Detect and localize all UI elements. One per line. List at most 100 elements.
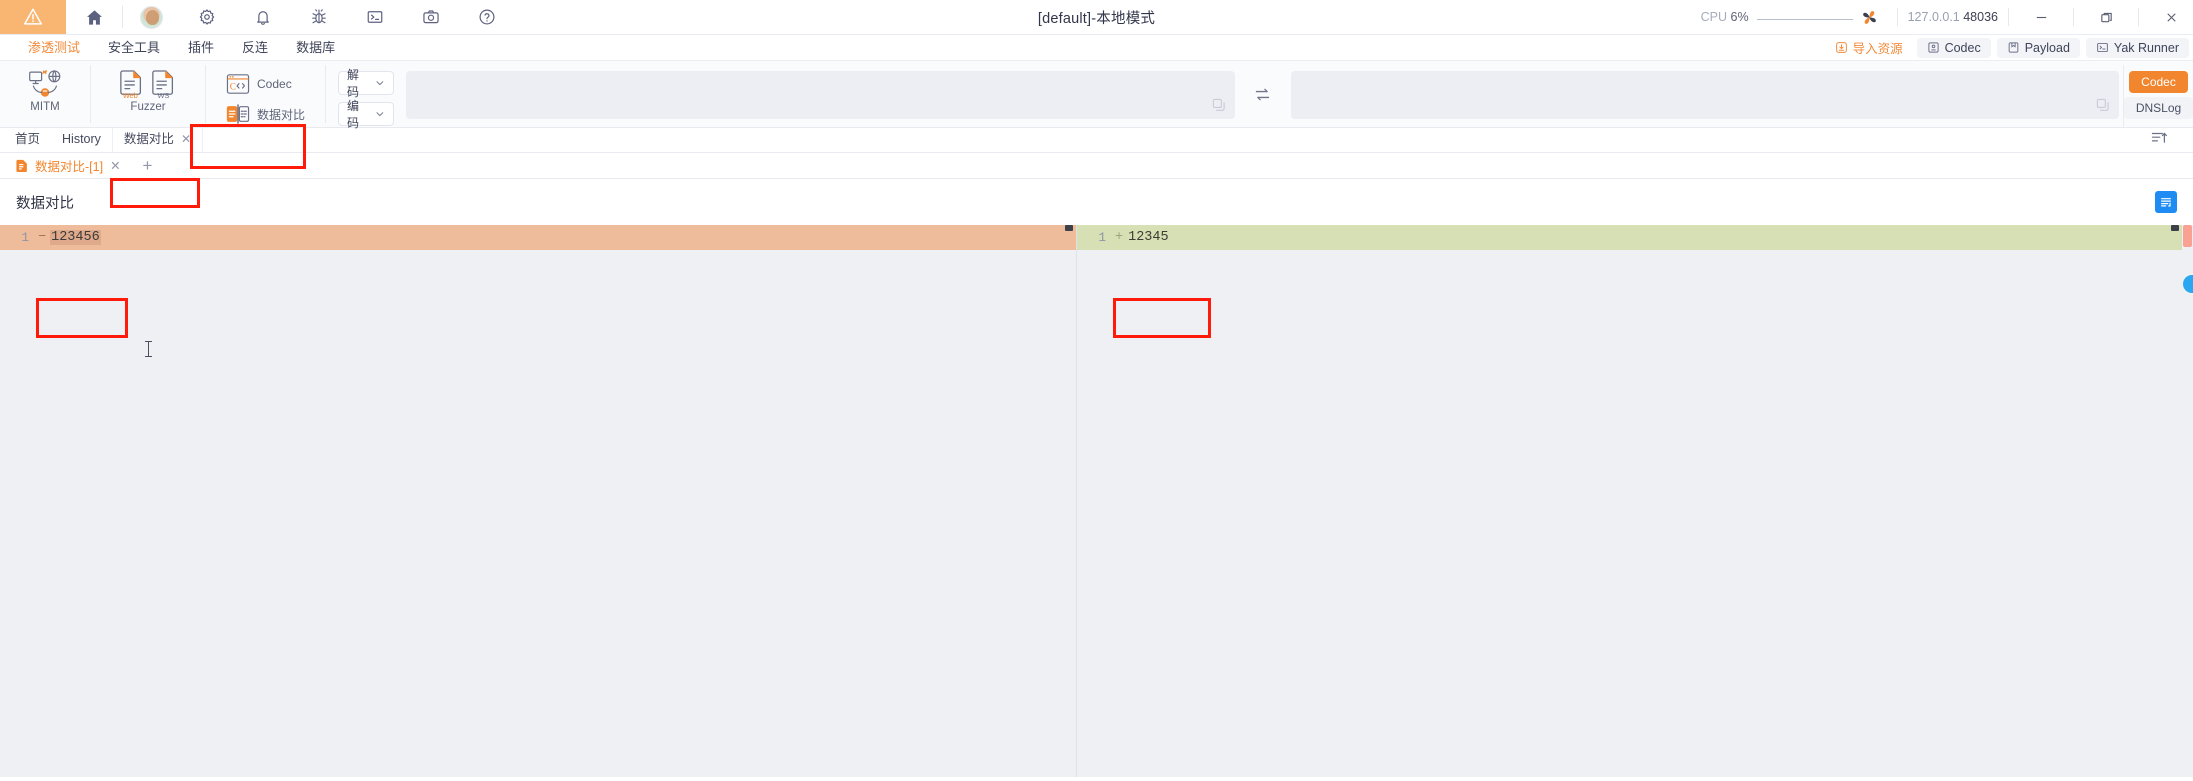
tool-data-compare[interactable]: 数据对比	[220, 100, 311, 128]
menu-bar-actions: 导入资源 Codec Payload Yak Runner	[1827, 36, 2193, 59]
sub-tab-bar: 数据对比-[1] ✕ +	[0, 153, 2193, 179]
restore-button[interactable]	[2084, 0, 2128, 35]
diff-line-right[interactable]: 1 + 12345	[1077, 225, 2193, 250]
bug-icon	[312, 9, 326, 24]
tool-data-compare-label: 数据对比	[257, 107, 306, 122]
encode-select[interactable]: 编码	[338, 99, 395, 130]
diff-pane-right[interactable]: 1 + 12345	[1077, 225, 2193, 777]
swap-button[interactable]	[1235, 65, 1291, 127]
diff-text-right: 12345	[1128, 230, 1169, 245]
data-compare-icon	[226, 104, 250, 124]
menu-item-plugins[interactable]: 插件	[174, 35, 228, 61]
app-logo[interactable]	[0, 0, 66, 34]
yak-runner-shortcut-button[interactable]: Yak Runner	[2085, 37, 2189, 58]
yak-runner-shortcut-label: Yak Runner	[2113, 40, 2179, 55]
screenshot-button[interactable]	[403, 0, 459, 35]
minimize-button[interactable]	[2019, 0, 2063, 35]
fuzzer-web-icon: Web	[120, 70, 142, 99]
tab-history[interactable]: History	[51, 128, 112, 152]
subtab-label: 数据对比-[1]	[35, 160, 104, 174]
camera-icon	[423, 10, 439, 24]
tool-fuzzer[interactable]: Web WS Fuzzer	[105, 65, 191, 113]
import-resource-button[interactable]: 导入资源	[1827, 36, 1911, 59]
server-port: 48036	[1963, 10, 1998, 24]
payload-icon	[2008, 42, 2019, 53]
codec-io-area	[406, 65, 2123, 127]
cpu-usage: CPU 6%	[1701, 10, 1757, 24]
diff-right-scroll-marker[interactable]	[2171, 225, 2179, 231]
diff-vertical-scrollbar[interactable]	[2182, 225, 2193, 777]
diff-left-scroll-marker[interactable]	[1065, 225, 1073, 231]
cpu-sparkline	[1756, 10, 1853, 24]
svg-text:WS: WS	[158, 91, 170, 99]
diff-marker-removed: −	[38, 230, 47, 245]
decode-select[interactable]: 解码	[338, 68, 395, 99]
decode-select-label: 解码	[347, 68, 360, 99]
menu-item-pentest[interactable]: 渗透测试	[14, 35, 94, 61]
rail-button-codec[interactable]: Codec	[2129, 71, 2188, 93]
cpu-label: CPU	[1700, 10, 1728, 24]
terminal-button[interactable]	[347, 0, 403, 35]
encode-select-label: 编码	[347, 99, 360, 130]
bug-button[interactable]	[291, 0, 347, 35]
tab-close-icon[interactable]: ✕	[181, 131, 191, 148]
codec-output-textarea[interactable]	[1290, 71, 2120, 119]
title-bar-status-group: CPU 6% 127.0.0.1 48036	[1701, 0, 2193, 34]
title-bar: [default]-本地模式 CPU 6% 127.0.0.1 48036	[0, 0, 2193, 35]
subtab-data-compare-1[interactable]: 数据对比-[1] ✕	[8, 154, 129, 177]
chevron-down-icon	[376, 112, 384, 117]
gear-icon	[199, 9, 215, 25]
warning-triangle-logo-icon	[24, 8, 42, 25]
user-avatar-button[interactable]	[123, 0, 179, 35]
tool-mitm[interactable]: MITM	[14, 65, 76, 113]
close-button[interactable]	[2149, 0, 2193, 35]
scrollbar-thumb[interactable]	[2183, 225, 2192, 247]
diff-line-number-left: 1	[21, 230, 29, 245]
diff-text-left: 123456	[50, 230, 101, 245]
help-button[interactable]	[459, 0, 515, 35]
menu-item-reverse[interactable]: 反连	[228, 35, 282, 61]
notifications-button[interactable]	[235, 0, 291, 35]
restore-icon	[2100, 12, 2112, 22]
rail-button-dnslog[interactable]: DNSLog	[2123, 97, 2193, 119]
bell-icon	[257, 11, 269, 25]
subtab-close-icon[interactable]: ✕	[110, 158, 120, 173]
add-subtab-button[interactable]: +	[129, 157, 167, 174]
tool-codec-label: Codec	[257, 77, 292, 91]
server-address: 127.0.0.1 48036	[1908, 10, 1998, 24]
menu-item-database[interactable]: 数据库	[282, 35, 349, 61]
ribbon-group-fuzzer: Web WS Fuzzer	[91, 65, 206, 123]
tab-home[interactable]: 首页	[4, 128, 51, 152]
tool-ribbon: MITM Web WS Fuzzer C Codec 数据对比 解码 编码 Co…	[0, 61, 2193, 143]
svg-text:Web: Web	[123, 91, 138, 99]
menu-item-security-tools[interactable]: 安全工具	[94, 35, 174, 61]
tool-codec[interactable]: C Codec	[220, 70, 311, 98]
tab-history-label: History	[62, 132, 101, 146]
pinwheel-button[interactable]	[1853, 8, 1887, 27]
avatar	[139, 5, 163, 29]
window-divider	[2073, 8, 2074, 26]
payload-shortcut-button[interactable]: Payload	[1996, 37, 2080, 58]
window-divider-2	[2138, 8, 2139, 26]
menu-bar: 渗透测试 安全工具 插件 反连 数据库 导入资源 Codec Payload Y…	[0, 35, 2193, 61]
tab-data-compare[interactable]: 数据对比 ✕	[111, 126, 203, 152]
ribbon-tool-list: C Codec 数据对比	[220, 67, 311, 128]
settings-button[interactable]	[179, 0, 235, 35]
right-rail: Codec DNSLog	[2123, 65, 2193, 143]
diff-line-number-right: 1	[1098, 230, 1106, 245]
diff-line-left[interactable]: 1 − 123456	[0, 225, 1076, 250]
codec-mode-selectors: 解码 编码	[326, 65, 406, 130]
codec-shortcut-button[interactable]: Codec	[1916, 37, 1991, 58]
diff-format-button[interactable]	[2155, 191, 2177, 213]
diff-pane-left[interactable]: 1 − 123456	[0, 225, 1077, 777]
help-icon	[479, 9, 495, 25]
terminal-icon	[2097, 42, 2108, 53]
diff-title: 数据对比	[16, 195, 74, 212]
codec-input-textarea[interactable]	[406, 71, 1235, 119]
tool-mitm-label: MITM	[30, 101, 60, 113]
home-button[interactable]	[66, 0, 122, 35]
data-compare-panel: 数据对比 1 − 123456 1 + 12345	[0, 179, 2193, 777]
sort-button[interactable]	[2150, 129, 2168, 152]
diff-marker-added: +	[1115, 230, 1124, 245]
file-icon	[16, 159, 27, 172]
